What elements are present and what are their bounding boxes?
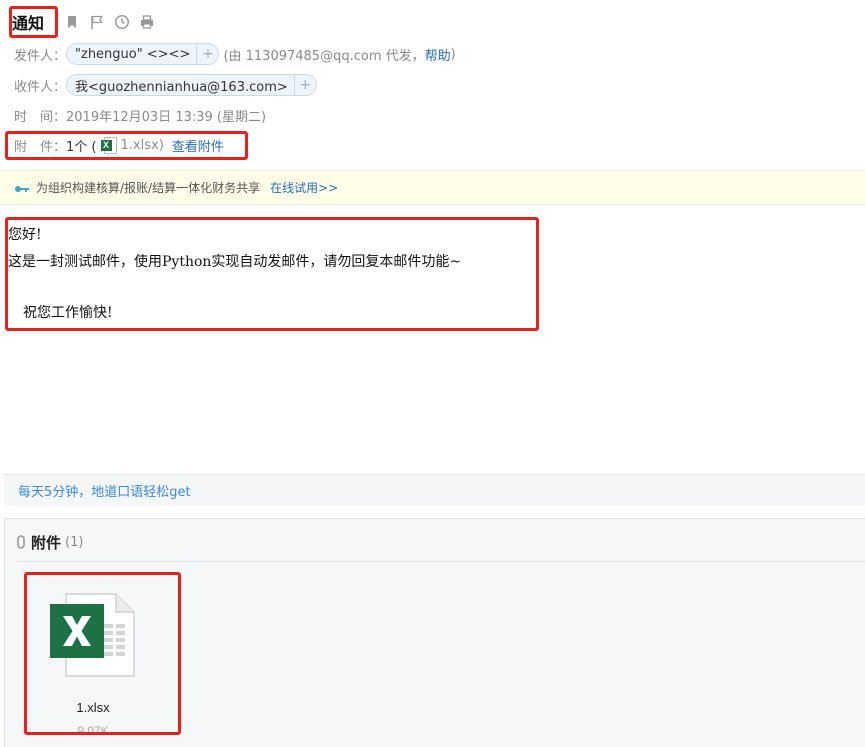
bookmark-icon[interactable] (64, 14, 80, 30)
attachment-summary-row: 附 件： 1个 ( X 1.xlsx ) 查看附件 (14, 134, 224, 156)
body-closing: 祝您工作愉快! (23, 305, 113, 321)
time-label: 时 间： (14, 109, 67, 125)
attachment-card[interactable]: 1.xlsx 9.07K (28, 576, 176, 738)
attachment-label: 附 件： (14, 139, 67, 155)
attachments-title: 附件 (31, 533, 62, 552)
sender-chip[interactable]: "zhenguo" <><> + (66, 43, 220, 65)
promo-trial-link[interactable]: 在线试用>> (270, 179, 338, 196)
attachment-size: 9.07K (77, 724, 109, 738)
sender-row: 发件人： "zhenguo" <><> + (由 113097485@qq.co… (14, 43, 456, 65)
promo-key-icon (14, 183, 30, 193)
sender-via-prefix: (由 113097485@qq.com 代发， (223, 48, 425, 64)
attachments-divider (17, 561, 865, 562)
recipient-value[interactable]: 我<guozhennianhua@163.com> (75, 76, 294, 95)
attachment-name[interactable]: 1.xlsx (28, 700, 158, 715)
time-value: 2019年12月03日 13:39 (星期二) (66, 109, 267, 125)
add-contact-plus-icon[interactable]: + (196, 44, 218, 64)
recipient-label: 收件人： (14, 79, 67, 95)
body-greeting: 您好! (8, 227, 42, 243)
add-recipient-plus-icon[interactable]: + (293, 75, 316, 95)
attachments-count: (1) (65, 534, 84, 550)
promo-bar: 为组织构建核算/报账/结算一体化财务共享 在线试用>> (0, 170, 865, 205)
paperclip-icon (17, 535, 25, 549)
time-row: 时 间： 2019年12月03日 13:39 (星期二) (14, 104, 266, 126)
mail-body: 您好! 这是一封测试邮件，使用Python实现自动发邮件，请勿回复本邮件功能~ … (8, 222, 461, 327)
header-actions (64, 14, 155, 30)
body-line: 这是一封测试邮件，使用Python实现自动发邮件，请勿回复本邮件功能~ (8, 254, 462, 270)
flag-icon[interactable] (89, 14, 105, 30)
attachments-header: 附件 (1) (17, 529, 83, 555)
excel-small-icon: X (100, 136, 117, 154)
excel-file-icon[interactable] (46, 592, 136, 678)
sender-label: 发件人： (14, 48, 67, 64)
recipient-row: 收件人： 我<guozhennianhua@163.com> + (14, 74, 317, 96)
print-icon[interactable] (139, 14, 155, 30)
clock-icon[interactable] (114, 14, 130, 30)
ad-bar: 每天5分钟，地道口语轻松get (4, 474, 865, 506)
recipient-chip[interactable]: 我<guozhennianhua@163.com> + (66, 74, 317, 96)
mail-subject: 通知 (12, 14, 45, 33)
ad-link[interactable]: 每天5分钟，地道口语轻松get (18, 481, 191, 500)
subject-row: 通知 (12, 9, 155, 35)
sender-name[interactable]: "zhenguo" <><> (75, 47, 196, 62)
attachment-close-paren: ) (158, 137, 164, 153)
help-link[interactable]: 帮助 (425, 45, 451, 64)
sender-via-suffix: ) (450, 46, 456, 62)
promo-text: 为组织构建核算/报账/结算一体化财务共享 (36, 181, 261, 195)
attachment-count: 1个 ( (66, 139, 97, 155)
view-attachment-link[interactable]: 查看附件 (172, 136, 224, 155)
attachment-filename[interactable]: 1.xlsx (121, 138, 159, 153)
